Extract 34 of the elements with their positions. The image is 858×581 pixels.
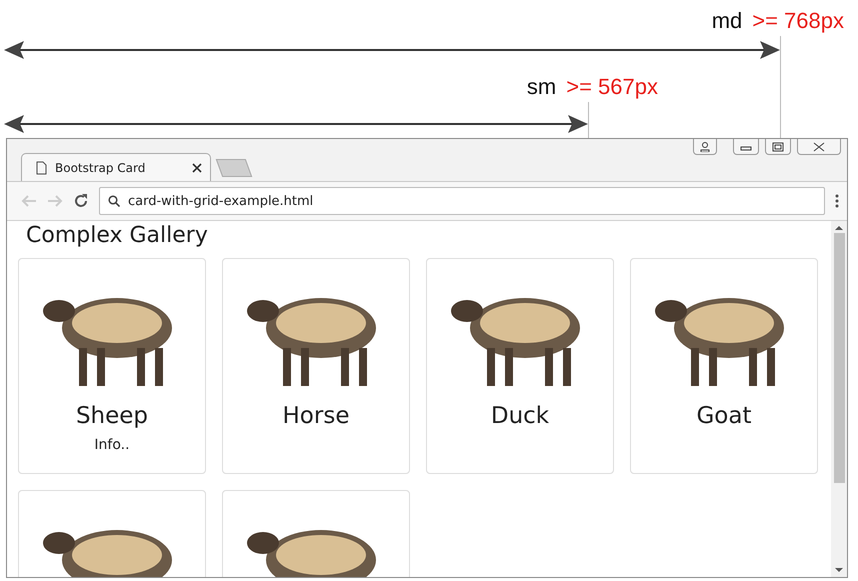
profile-button[interactable] [693,139,717,155]
card-title: Duck [490,403,550,429]
card-title: Goat [696,403,752,429]
address-bar[interactable]: card-with-grid-example.html [99,187,825,215]
breakpoint-value: >= 768px [752,8,844,34]
maximize-button[interactable] [765,139,791,155]
forward-arrow-icon [47,194,63,208]
breakpoint-value: >= 567px [566,74,658,100]
minimize-button[interactable] [733,139,759,155]
back-arrow-icon [21,194,37,208]
menu-button[interactable] [835,194,839,208]
close-button[interactable] [797,139,841,155]
url-text: card-with-grid-example.html [128,194,314,208]
guide-line [588,102,589,138]
close-icon[interactable] [192,162,202,172]
search-icon [108,195,120,207]
scroll-thumb[interactable] [834,233,844,483]
breakpoint-name: md [712,8,742,34]
page-heading: Complex Gallery [26,223,209,248]
scroll-down-icon[interactable] [835,567,843,573]
person-icon [700,142,710,152]
scrollbar[interactable] [831,221,847,577]
page-icon [36,160,47,174]
restore-icon [772,142,784,152]
scroll-up-icon[interactable] [835,225,843,231]
dots-icon [835,194,839,208]
reload-icon [73,193,89,209]
card-info: Info.. [94,437,130,453]
close-icon [813,142,825,152]
browser-tab[interactable]: Bootstrap Card [21,153,211,181]
reload-button[interactable] [73,193,89,209]
breakpoint-name: sm [526,74,556,100]
card-title: Horse [282,403,350,429]
card-title: Sheep [76,403,148,429]
